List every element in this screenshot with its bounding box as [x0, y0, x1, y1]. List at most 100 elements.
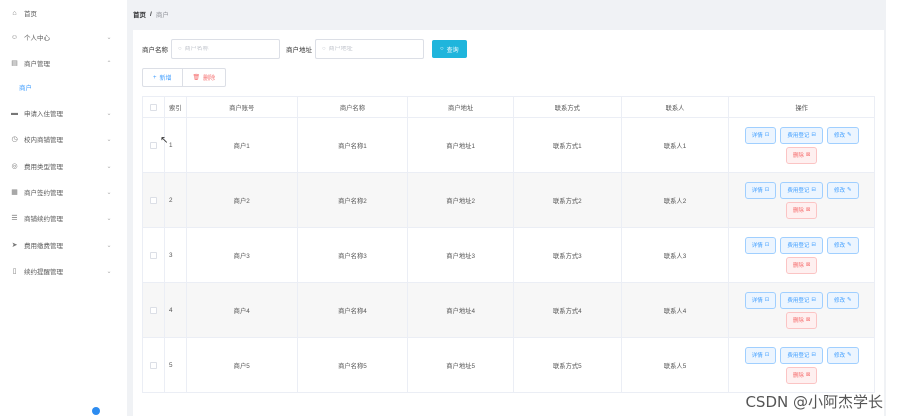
sidebar-item-payments[interactable]: ➤ 费用缴费管理 ⌄	[0, 232, 127, 258]
shop-icon: ▤	[11, 60, 18, 67]
trash-icon: ⊠	[805, 372, 811, 378]
table-row: 2 商户2 商户名称2 商户地址2 联系方式2 联系人2 详情 ⊡ 费用登记 ⊟ 修…	[142, 173, 875, 228]
register-icon: ⊟	[811, 297, 816, 303]
edit-button[interactable]: 修改 ✎	[826, 181, 859, 199]
payment-register-button[interactable]: 费用登记 ⊟	[780, 346, 823, 364]
add-button-label: 新增	[159, 76, 172, 82]
watermark: CSDN @小阿杰学长	[745, 393, 883, 411]
payment-register-button[interactable]: 费用登记 ⊟	[780, 181, 823, 199]
detail-button[interactable]: 详情 ⊡	[744, 236, 777, 254]
sidebar-item-home[interactable]: ⌂ 首页	[0, 0, 127, 26]
chevron-down-icon: ⌄	[106, 163, 112, 170]
sidebar-item-label: 个人中心	[24, 35, 50, 42]
select-all-checkbox[interactable]	[149, 103, 157, 111]
add-button[interactable]: + 新增	[142, 68, 183, 87]
floating-dot[interactable]	[92, 407, 100, 415]
table-row: 1 商户1 商户名称1 商户地址1 联系方式1 联系人1 详情 ⊡ 费用登记 ⊟ 修…	[142, 118, 875, 173]
search-icon: ○	[440, 46, 444, 52]
edit-button[interactable]: 修改 ✎	[826, 346, 859, 364]
cell-name: 商户名称3	[298, 228, 409, 282]
chevron-down-icon: ⌄	[106, 136, 112, 143]
merchant-address-field[interactable]: ○	[315, 39, 424, 59]
sidebar-item-fee-types[interactable]: ◎ 费用类型管理 ⌄	[0, 153, 127, 179]
register-icon: ⊟	[811, 132, 816, 138]
row-checkbox[interactable]	[149, 306, 157, 314]
search-button[interactable]: ○ 查询	[432, 40, 467, 58]
sidebar-item-apply[interactable]: ▬ 申请入住管理 ⌄	[0, 100, 127, 126]
payment-button-label: 费用登记	[787, 188, 810, 194]
monitor-icon: ▬	[11, 109, 18, 117]
table-header: 索引 商户账号 商户名称 商户地址 联系方式 联系人 操作	[142, 96, 875, 118]
cell-person: 联系人3	[622, 228, 730, 282]
sidebar-item-profile[interactable]: ☺ 个人中心 ⌄	[0, 24, 127, 50]
sidebar-item-merchants[interactable]: ▤ 商户管理 ⌃	[0, 50, 127, 76]
payment-register-button[interactable]: 费用登记 ⊟	[780, 126, 823, 144]
edit-button[interactable]: 修改 ✎	[826, 236, 859, 254]
edit-button-label: 修改	[833, 298, 845, 304]
row-checkbox[interactable]	[149, 141, 157, 149]
home-icon: ⌂	[12, 9, 17, 17]
row-delete-label: 删除	[792, 318, 804, 324]
sidebar-subitem-merchant[interactable]: 商户	[0, 76, 127, 98]
detail-button[interactable]: 详情 ⊡	[744, 346, 777, 364]
cell-contact: 联系方式3	[514, 228, 622, 282]
payment-button-label: 费用登记	[787, 133, 810, 139]
sidebar-item-contracts[interactable]: ▦ 商户签约管理 ⌄	[0, 179, 127, 205]
detail-button[interactable]: 详情 ⊡	[744, 181, 777, 199]
cell-contact: 联系方式5	[514, 338, 622, 392]
column-header-name: 商户名称	[298, 97, 409, 117]
merchant-address-input[interactable]	[328, 46, 419, 52]
sidebar-item-label: 商户签约管理	[24, 190, 63, 197]
edit-button-label: 修改	[833, 133, 845, 139]
action-bar: + 新增 🗑 删除	[142, 68, 227, 87]
cell-actions: 详情 ⊡ 费用登记 ⊟ 修改 ✎ 删除 ⊠	[729, 283, 874, 337]
cell-account: 商户4	[187, 283, 298, 337]
row-checkbox[interactable]	[149, 251, 157, 259]
cell-name: 商户名称5	[298, 338, 409, 392]
sidebar-item-shops[interactable]: ◷ 校内商铺管理 ⌄	[0, 126, 127, 152]
trash-icon: ⊠	[805, 152, 811, 158]
sidebar-item-reminders[interactable]: ▯ 续约提醒管理 ⌄	[0, 258, 127, 284]
row-checkbox[interactable]	[149, 196, 157, 204]
breadcrumb-home[interactable]: 首页	[133, 9, 146, 19]
actions-line: 详情 ⊡ 费用登记 ⊟ 修改 ✎	[744, 181, 859, 199]
cell-index: 2	[165, 173, 187, 227]
actions-line: 详情 ⊡ 费用登记 ⊟ 修改 ✎	[744, 126, 859, 144]
chevron-down-icon: ⌄	[106, 189, 112, 196]
merchant-name-field[interactable]: ○	[171, 39, 280, 59]
chevron-down-icon: ⌄	[106, 34, 112, 41]
cell-account: 商户3	[187, 228, 298, 282]
select-all-cell	[143, 97, 165, 117]
payment-button-label: 费用登记	[787, 298, 810, 304]
sidebar-item-label: 首页	[24, 11, 37, 18]
payment-button-label: 费用登记	[787, 353, 810, 359]
cell-name: 商户名称1	[298, 118, 409, 172]
edit-button[interactable]: 修改 ✎	[826, 291, 859, 309]
edit-button[interactable]: 修改 ✎	[826, 126, 859, 144]
detail-button[interactable]: 详情 ⊡	[744, 126, 777, 144]
batch-delete-button[interactable]: 🗑 删除	[182, 68, 227, 87]
actions-line: 删除 ⊠	[785, 366, 818, 384]
row-delete-button[interactable]: 删除 ⊠	[785, 311, 818, 329]
detail-button[interactable]: 详情 ⊡	[744, 291, 777, 309]
row-delete-button[interactable]: 删除 ⊠	[785, 256, 818, 274]
merchant-name-input[interactable]	[184, 46, 275, 52]
send-icon: ➤	[11, 242, 18, 249]
page-scrollbar[interactable]	[886, 0, 899, 416]
merchant-address-label: 商户地址	[286, 47, 312, 54]
payment-register-button[interactable]: 费用登记 ⊟	[780, 291, 823, 309]
row-delete-label: 删除	[792, 263, 804, 269]
row-delete-button[interactable]: 删除 ⊠	[785, 146, 818, 164]
row-delete-button[interactable]: 删除 ⊠	[785, 201, 818, 219]
merchant-name-label: 商户名称	[142, 47, 168, 54]
search-button-label: 查询	[446, 47, 459, 54]
cell-account: 商户5	[187, 338, 298, 392]
sidebar-item-renewals[interactable]: ☰ 商铺续约管理 ⌄	[0, 205, 127, 231]
row-delete-button[interactable]: 删除 ⊠	[785, 366, 818, 384]
table-row: 5 商户5 商户名称5 商户地址5 联系方式5 联系人5 详情 ⊡ 费用登记 ⊟ 修…	[142, 338, 875, 393]
main-content: 首页 / 商户 商户名称 ○ 商户地址 ○ ○ 查询 + 新增	[127, 0, 884, 416]
payment-button-label: 费用登记	[787, 243, 810, 249]
register-icon: ⊟	[811, 242, 816, 248]
payment-register-button[interactable]: 费用登记 ⊟	[780, 236, 823, 254]
row-checkbox[interactable]	[149, 361, 157, 369]
